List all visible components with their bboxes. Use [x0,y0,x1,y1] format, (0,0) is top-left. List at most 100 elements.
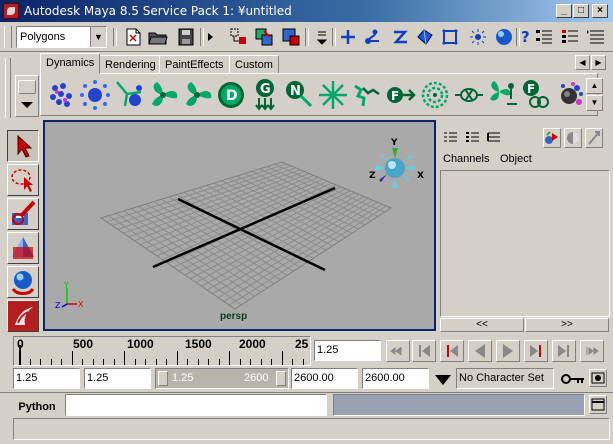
shelf-tabs-toggle[interactable] [18,80,36,94]
show-tool-settings-icon[interactable] [560,27,580,47]
snap-grid-icon[interactable] [338,27,358,47]
emitter-icon[interactable] [79,78,111,112]
make-live-icon[interactable] [440,27,460,47]
channel-box-toggle-icon[interactable] [585,128,603,148]
end-time-field[interactable]: 2600.00 [362,368,429,389]
render-icon[interactable] [494,27,514,47]
rotate-tool[interactable] [7,266,39,298]
select-object-icon[interactable] [254,27,274,47]
omni-emitter-icon[interactable] [113,78,145,112]
step-back-key-button[interactable] [412,340,436,362]
help-icon[interactable]: ? [520,27,532,47]
volume-axis-icon[interactable] [419,78,451,112]
maya-logo-icon[interactable] [3,3,19,19]
go-to-start-button[interactable] [386,340,410,362]
status-line-handle[interactable] [4,26,12,48]
view-axis-compass[interactable]: Y Z X [367,130,427,198]
tab-dynamics[interactable]: Dynamics [40,53,101,74]
layer-editor-mode-icon[interactable] [464,130,480,146]
channel-scroll-left-button[interactable]: << [440,318,524,332]
new-scene-icon[interactable] [123,27,143,47]
uniform-field-icon[interactable] [351,78,383,112]
paint-select-tool[interactable] [7,198,39,230]
tool-settings-toggle-icon[interactable] [564,128,582,148]
air-field-icon[interactable] [147,78,179,112]
collapse-arrow-icon[interactable] [206,27,216,47]
shelf-scroll-up-button[interactable]: ▲ [586,78,603,94]
step-back-frame-button[interactable] [440,340,464,362]
move-tool[interactable] [7,232,39,264]
attribute-editor-toggle-icon[interactable] [543,128,561,148]
newton-field-icon[interactable]: G [249,78,281,112]
history-icon[interactable] [468,27,488,47]
character-set-dropdown[interactable]: No Character Set [456,368,554,389]
command-input[interactable] [65,394,327,416]
show-channel-box-icon[interactable] [586,27,606,47]
script-editor-icon[interactable] [589,395,607,414]
close-button[interactable]: × [592,4,608,18]
range-end-handle[interactable] [276,371,286,386]
gravity-field-icon[interactable]: D [215,78,247,112]
open-scene-icon[interactable] [148,27,168,47]
range-slider[interactable]: 1.25 2600 [155,368,289,389]
animation-preferences-icon[interactable] [589,369,607,387]
playback-end-field[interactable]: 2600.00 [291,368,358,389]
connect-field-icon[interactable] [487,78,519,112]
turbulence-field-icon[interactable] [317,78,349,112]
time-tick-label: 1500 [185,337,212,351]
save-scene-icon[interactable] [176,27,196,47]
chevron-down-icon[interactable]: ▼ [90,27,106,47]
current-time-marker[interactable] [19,345,21,365]
start-time-field[interactable]: 1.25 [13,368,80,389]
lasso-tool[interactable] [7,164,39,196]
time-slider[interactable]: 0 500 1000 1500 2000 25 [13,336,311,366]
minimize-button[interactable]: _ [556,4,572,18]
snap-curve-icon[interactable] [362,27,382,47]
object-menu[interactable]: Object [500,153,532,165]
play-forwards-button[interactable] [496,340,520,362]
maximize-button[interactable]: □ [573,4,589,18]
step-forward-frame-button[interactable] [524,340,548,362]
channel-scroll-right-button[interactable]: >> [525,318,609,332]
shelf-handle[interactable] [5,58,11,118]
drag-field-icon[interactable] [181,78,213,112]
snap-point-icon[interactable] [390,27,410,47]
radial-field-icon[interactable]: N [283,78,315,112]
collide-icon[interactable]: F [521,78,553,112]
step-forward-key-button[interactable] [552,340,576,362]
range-start-handle[interactable] [158,371,168,386]
shelf-scroll-down-button[interactable]: ▼ [586,95,603,111]
tab-custom[interactable]: Custom [229,55,279,74]
auto-key-icon[interactable] [560,370,586,388]
rigid-body-icon[interactable] [555,78,587,112]
shelf-scroll-right-button[interactable]: ▶ [591,55,606,70]
shelf-menu-arrow-icon[interactable] [21,102,33,108]
tab-painteffects[interactable]: PaintEffects [159,55,230,74]
channel-box-mode-icon[interactable] [442,130,458,146]
channel-list[interactable] [440,170,610,317]
current-time-field[interactable]: 1.25 [314,340,381,361]
collapse-menu-icon[interactable] [315,27,329,47]
tab-rendering[interactable]: Rendering [99,55,162,74]
play-backwards-button[interactable] [468,340,492,362]
shelf-scroll-left-button[interactable]: ◀ [575,55,590,70]
vortex-field-icon[interactable]: F [385,78,417,112]
select-component-icon[interactable] [281,27,301,47]
perspective-viewport[interactable]: Y Z X Y X Z persp [43,120,436,331]
scale-tool[interactable] [7,300,39,332]
time-tick [302,359,304,365]
select-tool[interactable] [7,130,39,162]
both-mode-icon[interactable] [486,130,502,146]
command-language-toggle[interactable]: Python [12,398,62,416]
snap-plane-icon[interactable] [415,27,435,47]
particle-tool-icon[interactable] [45,78,77,112]
select-hierarchy-icon[interactable] [229,27,249,47]
fluid-icon[interactable] [453,78,485,112]
menu-set-dropdown[interactable]: Polygons ▼ [16,26,107,48]
show-attribute-editor-icon[interactable] [534,27,554,47]
range-options-arrow-icon[interactable] [432,370,454,388]
channels-menu[interactable]: Channels [443,153,489,165]
playback-start-field[interactable]: 1.25 [84,368,151,389]
go-to-end-button[interactable] [580,340,604,362]
title-bar[interactable]: Autodesk Maya 8.5 Service Pack 1: ¥untit… [0,0,613,22]
